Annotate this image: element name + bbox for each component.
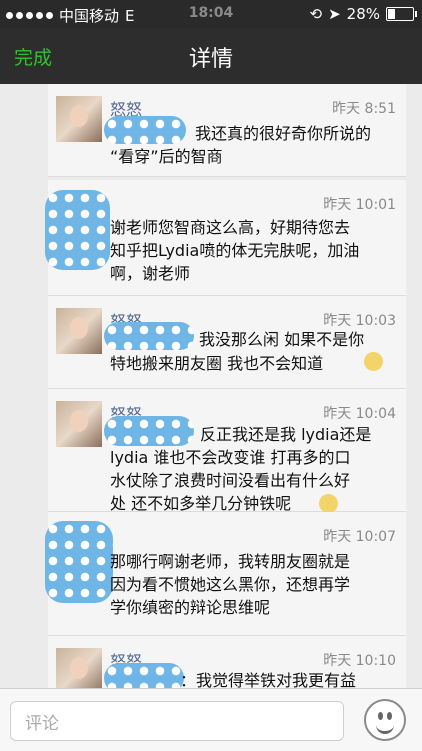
battery-percent: 28% — [346, 5, 380, 23]
redaction-pattern — [104, 322, 194, 350]
comment-time: 昨天 10:04 — [323, 406, 396, 422]
redacted-avatar — [45, 190, 110, 270]
comment-time: 昨天 10:10 — [323, 653, 396, 669]
comment-text-line: 我没那么闲 如果不是你 — [199, 330, 365, 349]
emoji-icon — [319, 494, 338, 513]
comment-input[interactable]: 评论 — [10, 701, 344, 741]
redaction-pattern — [104, 416, 194, 446]
comment-text-line: 那哪行啊谢老师，我转朋友圈就是 — [110, 552, 351, 571]
comment-item: 昨天 10:01 谢老师您智商这么高，好期待您去 知乎把Lydia喷的体无完肤呢… — [45, 180, 406, 296]
comment-text-line: 反正我还是我 lydia还是 — [200, 425, 372, 444]
comment-list[interactable]: 怒怒 昨天 8:51 我还真的很好奇你所说的 “看穿”后的智商 昨天 10:01… — [0, 84, 422, 688]
comment-item: 怒怒 昨天 10:03 我没那么闲 如果不是你 特地搬来朋友圈 我也不会知道 — [48, 296, 406, 389]
comment-bar: 评论 — [0, 688, 422, 751]
comment-text-line: 啊，谢老师 — [110, 264, 191, 283]
comment-text-line: 水仗除了浪费时间没看出有什么好 — [110, 471, 351, 490]
comment-time: 昨天 10:07 — [323, 529, 396, 545]
avatar[interactable] — [56, 401, 102, 447]
comment-time: 昨天 8:51 — [332, 101, 396, 117]
location-icon: ➤ — [328, 5, 341, 23]
comment-item: 怒怒 昨天 10:10 ：我觉得举铁对我更有益 — [48, 636, 406, 688]
avatar[interactable] — [56, 308, 102, 354]
nav-bar: 完成 详情 — [0, 28, 422, 84]
redaction-pattern — [104, 663, 184, 688]
comment-text-line: 知乎把Lydia喷的体无完肤呢，加油 — [110, 241, 360, 260]
page-title: 详情 — [188, 47, 233, 72]
comment-item: 怒怒 昨天 10:04 反正我还是我 lydia还是 lydia 谁也不会改变谁… — [48, 389, 406, 513]
comment-time: 昨天 10:01 — [323, 197, 396, 213]
comment-time: 昨天 10:03 — [323, 313, 396, 329]
comment-text-line: 谢老师您智商这么高，好期待您去 — [110, 218, 351, 237]
avatar[interactable] — [56, 648, 102, 688]
comment-text-line: lydia 谁也不会改变谁 打再多的口 — [110, 448, 351, 467]
avatar[interactable] — [56, 96, 102, 142]
emoji-button[interactable] — [364, 699, 406, 741]
comment-text-line: 特地搬来朋友圈 我也不会知道 — [110, 354, 324, 373]
rotation-lock-icon: ⟲ — [309, 5, 323, 23]
comment-text-line: “看穿”后的智商 — [110, 147, 223, 166]
comment-item: 昨天 10:07 那哪行啊谢老师，我转朋友圈就是 因为看不惯她这么黑你，还想再学… — [45, 512, 406, 636]
comment-item: 怒怒 昨天 8:51 我还真的很好奇你所说的 “看穿”后的智商 — [48, 84, 406, 177]
comment-text-line: ：我觉得举铁对我更有益 — [180, 671, 357, 688]
redaction-pattern — [104, 116, 186, 144]
status-bar: 中国移动 E 18:04 ⟲ ➤ 28% — [0, 0, 422, 28]
battery-icon — [386, 7, 417, 21]
smile-emoji-icon — [364, 352, 383, 371]
comment-text-line: 学你缜密的辩论思维呢 — [110, 598, 271, 617]
comment-text-line: 我还真的很好奇你所说的 — [195, 124, 372, 143]
redacted-avatar — [45, 521, 113, 603]
comment-text-line: 因为看不惯她这么黑你，还想再学 — [110, 575, 351, 594]
